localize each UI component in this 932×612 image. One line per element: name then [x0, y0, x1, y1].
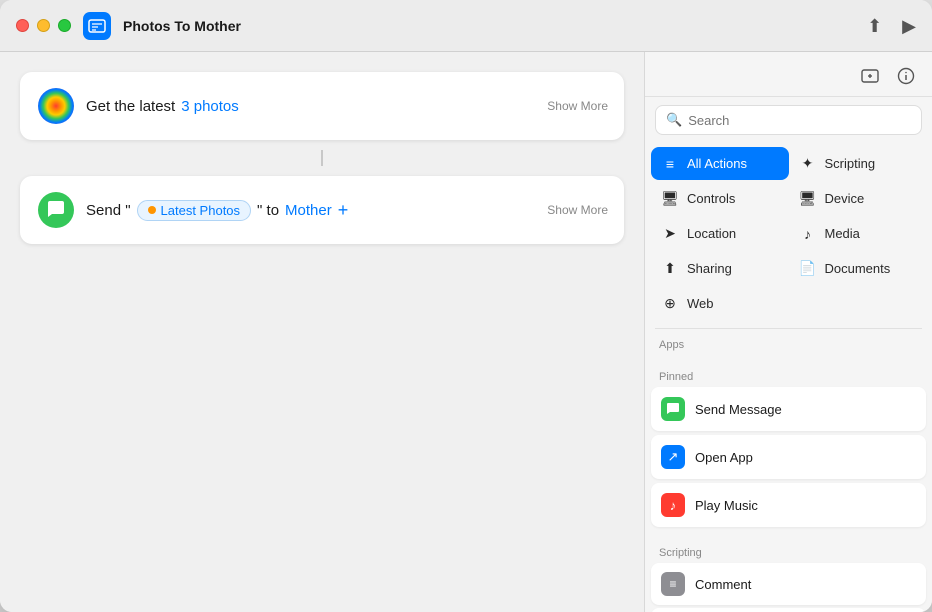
- pinned-section-label: Pinned: [645, 365, 932, 385]
- maximize-button[interactable]: [58, 19, 71, 32]
- sidebar-scroll: Apps App Store ◈ Apple...igurato: [645, 333, 932, 612]
- window-title: Photos To Mother: [123, 18, 241, 34]
- play-button[interactable]: ▶: [902, 17, 916, 35]
- category-media[interactable]: ♪ Media: [789, 217, 927, 250]
- media-icon: ♪: [799, 226, 817, 242]
- search-bar[interactable]: 🔍: [655, 105, 922, 135]
- category-controls-label: Controls: [687, 191, 735, 206]
- category-device[interactable]: 🖥 Device: [789, 182, 927, 215]
- step1-prefix: Get the latest: [86, 98, 175, 115]
- documents-icon: 📄: [799, 260, 817, 277]
- workflow-panel: Get the latest 3 photos Show More Send ": [0, 52, 644, 612]
- traffic-lights: [16, 19, 71, 32]
- category-grid: ≡ All Actions ✦ Scripting 🖥 Controls 🖥 D…: [645, 143, 932, 324]
- step1-highlight[interactable]: 3 photos: [181, 98, 239, 115]
- step-get-photos: Get the latest 3 photos Show More: [20, 72, 624, 140]
- token-dot: [148, 206, 156, 214]
- main-content: Get the latest 3 photos Show More Send ": [0, 52, 932, 612]
- play-music-icon: ♪: [661, 493, 685, 517]
- messages-icon: [38, 192, 74, 228]
- token-label: Latest Photos: [161, 203, 241, 218]
- category-documents-label: Documents: [825, 261, 891, 276]
- titlebar: Photos To Mother ⬆ ▶: [0, 0, 932, 52]
- step1-text: Get the latest 3 photos: [86, 98, 239, 115]
- step2-contact[interactable]: Mother: [285, 202, 332, 219]
- step1-show-more[interactable]: Show More: [547, 99, 608, 113]
- send-message-label: Send Message: [695, 402, 782, 417]
- step2-text: Send " Latest Photos " to Mother +: [86, 200, 348, 221]
- main-window: Photos To Mother ⬆ ▶ Get the latest 3 ph…: [0, 0, 932, 612]
- pinned-send-message[interactable]: Send Message: [651, 387, 926, 431]
- category-all-actions-label: All Actions: [687, 156, 747, 171]
- comment-icon: ≡: [661, 572, 685, 596]
- search-input[interactable]: [688, 113, 911, 128]
- step-send-message: Send " Latest Photos " to Mother + Show …: [20, 176, 624, 244]
- add-to-dock-button[interactable]: [856, 62, 884, 90]
- all-actions-icon: ≡: [661, 156, 679, 172]
- scripting-show-result[interactable]: ◉ Show Result: [651, 608, 926, 612]
- play-music-label: Play Music: [695, 498, 758, 513]
- open-app-icon: ↗: [661, 445, 685, 469]
- photos-icon: [38, 88, 74, 124]
- sidebar-header: [645, 52, 932, 97]
- pinned-section: Send Message ↗ Open App ♪ Play Music: [645, 385, 932, 533]
- category-scripting-label: Scripting: [825, 156, 876, 171]
- step2-prefix: Send ": [86, 202, 131, 219]
- comment-label: Comment: [695, 577, 751, 592]
- step2-mid: " to: [257, 202, 279, 219]
- actions-sidebar: 🔍 ≡ All Actions ✦ Scripting 🖥 Controls: [644, 52, 932, 612]
- web-icon: ⊕: [661, 295, 679, 312]
- open-app-label: Open App: [695, 450, 753, 465]
- send-message-icon: [661, 397, 685, 421]
- scripting-section: ≡ Comment ◉ Show Result ◉ Show Alert ? A…: [645, 561, 932, 612]
- category-scripting[interactable]: ✦ Scripting: [789, 147, 927, 180]
- share-button[interactable]: ⬆: [867, 17, 882, 35]
- search-icon: 🔍: [666, 112, 682, 128]
- step-divider: [321, 150, 323, 166]
- category-web[interactable]: ⊕ Web: [651, 287, 789, 320]
- step2-token[interactable]: Latest Photos: [137, 200, 252, 221]
- category-location-label: Location: [687, 226, 736, 241]
- category-location[interactable]: ➤ Location: [651, 217, 789, 250]
- list-item-app-store[interactable]: App Store: [651, 355, 926, 357]
- minimize-button[interactable]: [37, 19, 50, 32]
- apps-section-label: Apps: [645, 333, 932, 353]
- category-sharing-label: Sharing: [687, 261, 732, 276]
- close-button[interactable]: [16, 19, 29, 32]
- category-controls[interactable]: 🖥 Controls: [651, 182, 789, 215]
- step2-add-btn[interactable]: +: [338, 200, 349, 221]
- category-sharing[interactable]: ⬆ Sharing: [651, 252, 789, 285]
- category-documents[interactable]: 📄 Documents: [789, 252, 927, 285]
- pinned-play-music[interactable]: ♪ Play Music: [651, 483, 926, 527]
- scripting-icon: ✦: [799, 155, 817, 172]
- category-device-label: Device: [825, 191, 865, 206]
- category-all-actions[interactable]: ≡ All Actions: [651, 147, 789, 180]
- titlebar-actions: ⬆ ▶: [867, 17, 916, 35]
- step2-show-more[interactable]: Show More: [547, 203, 608, 217]
- category-web-label: Web: [687, 296, 714, 311]
- pinned-open-app[interactable]: ↗ Open App: [651, 435, 926, 479]
- device-icon: 🖥: [799, 190, 817, 207]
- info-button[interactable]: [892, 62, 920, 90]
- scripting-section-label: Scripting: [645, 541, 932, 561]
- location-icon: ➤: [661, 225, 679, 242]
- scripting-comment[interactable]: ≡ Comment: [651, 563, 926, 605]
- sharing-icon: ⬆: [661, 260, 679, 277]
- category-media-label: Media: [825, 226, 860, 241]
- app-icon: [83, 12, 111, 40]
- controls-icon: 🖥: [661, 190, 679, 207]
- apps-list: App Store ◈ Apple...igurator: [645, 353, 932, 357]
- apps-divider: [655, 328, 922, 329]
